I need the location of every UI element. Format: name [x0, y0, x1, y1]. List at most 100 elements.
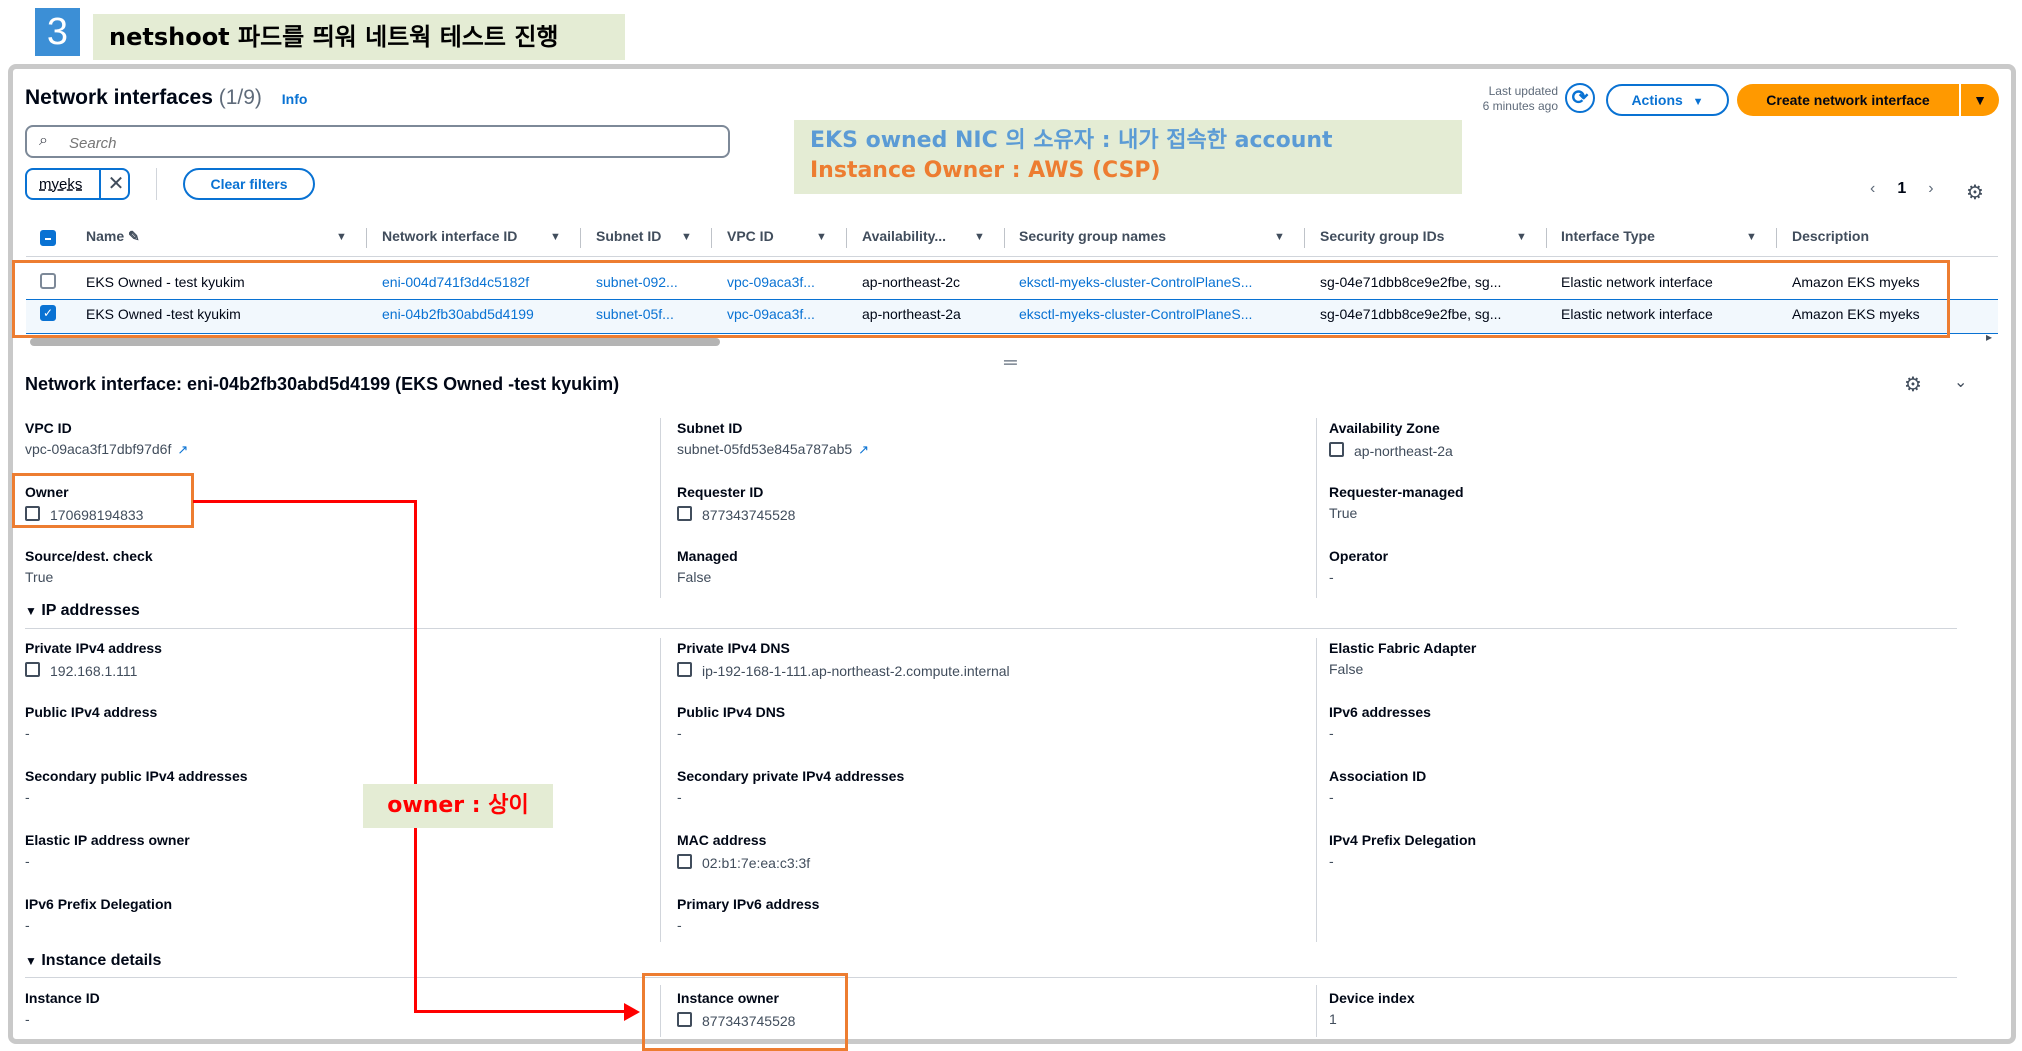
column-separator	[1304, 228, 1305, 248]
caret-down-icon: ▼	[25, 604, 37, 618]
actions-label: Actions	[1631, 92, 1683, 108]
column-separator	[580, 228, 581, 248]
next-page-icon[interactable]: ›	[1928, 180, 1933, 197]
copy-icon[interactable]	[677, 854, 692, 869]
connector-line	[414, 1010, 626, 1013]
ipv4-prefix-label: IPv4 Prefix Delegation	[1329, 832, 1477, 848]
copy-icon[interactable]	[25, 662, 40, 677]
vpc-id-link[interactable]: vpc-09aca3f17dbf97d6f ↗	[25, 441, 188, 458]
private-ipv4-label: Private IPv4 address	[25, 640, 162, 656]
filter-caret-icon[interactable]: ▼	[1746, 231, 1757, 243]
efa-label: Elastic Fabric Adapter	[1329, 640, 1477, 656]
external-link-icon: ↗	[177, 442, 189, 457]
column-divider	[1316, 638, 1317, 942]
create-dropdown-caret-icon[interactable]: ▼	[1961, 84, 1999, 116]
caret-down-icon: ▼	[1692, 96, 1704, 108]
owner-difference-note: owner : 상이	[363, 784, 553, 828]
subnet-id-value[interactable]: subnet-05fd53e845a787ab5	[677, 441, 852, 457]
detail-panel-title: Network interface: eni-04b2fb30abd5d4199…	[25, 374, 620, 394]
scroll-right-icon[interactable]: ▸	[1986, 330, 1992, 344]
mac-address-value: 02:b1:7e:ea:c3:3f	[702, 855, 811, 871]
secondary-private-value: -	[677, 789, 682, 805]
ipv6-prefix-label: IPv6 Prefix Delegation	[25, 896, 173, 912]
secondary-public-label: Secondary public IPv4 addresses	[25, 768, 248, 784]
page-number[interactable]: 1	[1897, 180, 1906, 197]
copy-icon[interactable]	[677, 506, 692, 521]
ip-addresses-section-toggle[interactable]: ▼ IP addresses	[25, 602, 140, 620]
connector-line	[193, 500, 417, 503]
requester-id-row: 877343745528	[677, 505, 795, 523]
caret-down-icon: ▼	[25, 954, 37, 968]
primary-ipv6-value: -	[677, 917, 682, 933]
private-ipv4-value: 192.168.1.111	[50, 663, 138, 679]
device-index-label: Device index	[1329, 990, 1415, 1006]
column-header-interface-type[interactable]: Interface Type	[1561, 228, 1655, 244]
association-id-value: -	[1329, 789, 1334, 805]
column-divider	[1316, 418, 1317, 598]
copy-icon[interactable]	[1329, 442, 1344, 457]
external-link-icon: ↗	[858, 442, 870, 457]
filter-caret-icon[interactable]: ▼	[336, 231, 347, 243]
column-header-az[interactable]: Availability...	[862, 228, 946, 244]
public-dns-value: -	[677, 725, 682, 741]
filter-token[interactable]: myeks ✕	[25, 168, 130, 200]
search-icon: ⌕	[39, 132, 48, 149]
split-panel-resize-handle[interactable]: ═	[1004, 352, 1017, 373]
search-box[interactable]: ⌕	[25, 125, 730, 158]
info-link[interactable]: Info	[282, 91, 308, 107]
instance-id-value: -	[25, 1011, 30, 1027]
prev-page-icon[interactable]: ‹	[1870, 180, 1875, 197]
filter-caret-icon[interactable]: ▼	[550, 231, 561, 243]
eip-owner-value: -	[25, 853, 30, 869]
remove-filter-icon[interactable]: ✕	[99, 170, 131, 198]
table-header-divider	[26, 256, 1998, 257]
column-header-name[interactable]: Name ✎	[86, 228, 140, 245]
owner-highlight-box	[12, 473, 194, 528]
filter-caret-icon[interactable]: ▼	[974, 231, 985, 243]
private-ipv4-row: 192.168.1.111	[25, 661, 137, 679]
vpc-id-label: VPC ID	[25, 420, 72, 436]
private-dns-value: ip-192-168-1-111.ap-northeast-2.compute.…	[702, 663, 1010, 679]
column-header-sg-names[interactable]: Security group names	[1019, 228, 1166, 244]
horizontal-scrollbar[interactable]	[30, 338, 720, 346]
section-divider	[25, 977, 1957, 978]
filter-caret-icon[interactable]: ▼	[1274, 231, 1285, 243]
last-updated: Last updated 6 minutes ago	[1430, 84, 1558, 114]
column-header-subnet[interactable]: Subnet ID	[596, 228, 661, 244]
collapse-chevron-icon[interactable]: ⌄	[1954, 372, 1967, 392]
primary-ipv6-label: Primary IPv6 address	[677, 896, 820, 912]
page-title-text: Network interfaces	[25, 86, 213, 109]
src-dest-check-label: Source/dest. check	[25, 548, 153, 564]
actions-button[interactable]: Actions ▼	[1606, 84, 1729, 116]
search-input[interactable]	[67, 131, 711, 155]
edit-pencil-icon: ✎	[128, 228, 140, 244]
subnet-id-link[interactable]: subnet-05fd53e845a787ab5 ↗	[677, 441, 869, 458]
column-header-eni[interactable]: Network interface ID	[382, 228, 517, 244]
column-separator	[1776, 228, 1777, 248]
filter-caret-icon[interactable]: ▼	[1516, 231, 1527, 243]
secondary-private-label: Secondary private IPv4 addresses	[677, 768, 905, 784]
instance-id-label: Instance ID	[25, 990, 100, 1006]
create-network-interface-button[interactable]: Create network interface	[1737, 84, 1959, 116]
clear-filters-button[interactable]: Clear filters	[183, 168, 315, 200]
column-header-description[interactable]: Description	[1792, 228, 1869, 244]
requester-id-label: Requester ID	[677, 484, 764, 500]
device-index-value: 1	[1329, 1011, 1337, 1027]
ipv6-label: IPv6 addresses	[1329, 704, 1431, 720]
column-header-vpc[interactable]: VPC ID	[727, 228, 774, 244]
table-settings-gear-icon[interactable]: ⚙	[1966, 180, 1984, 205]
filter-caret-icon[interactable]: ▼	[681, 231, 692, 243]
detail-settings-gear-icon[interactable]: ⚙	[1904, 372, 1922, 397]
column-separator	[846, 228, 847, 248]
instance-details-section-toggle[interactable]: ▼ Instance details	[25, 952, 161, 970]
refresh-icon[interactable]: ⟳	[1565, 83, 1595, 113]
operator-label: Operator	[1329, 548, 1389, 564]
az-label: Availability Zone	[1329, 420, 1440, 436]
select-all-checkbox[interactable]	[40, 230, 56, 246]
vpc-id-value[interactable]: vpc-09aca3f17dbf97d6f	[25, 441, 171, 457]
public-ipv4-value: -	[25, 725, 30, 741]
filter-caret-icon[interactable]: ▼	[816, 231, 827, 243]
mac-address-label: MAC address	[677, 832, 767, 848]
copy-icon[interactable]	[677, 662, 692, 677]
column-header-sg-ids[interactable]: Security group IDs	[1320, 228, 1444, 244]
